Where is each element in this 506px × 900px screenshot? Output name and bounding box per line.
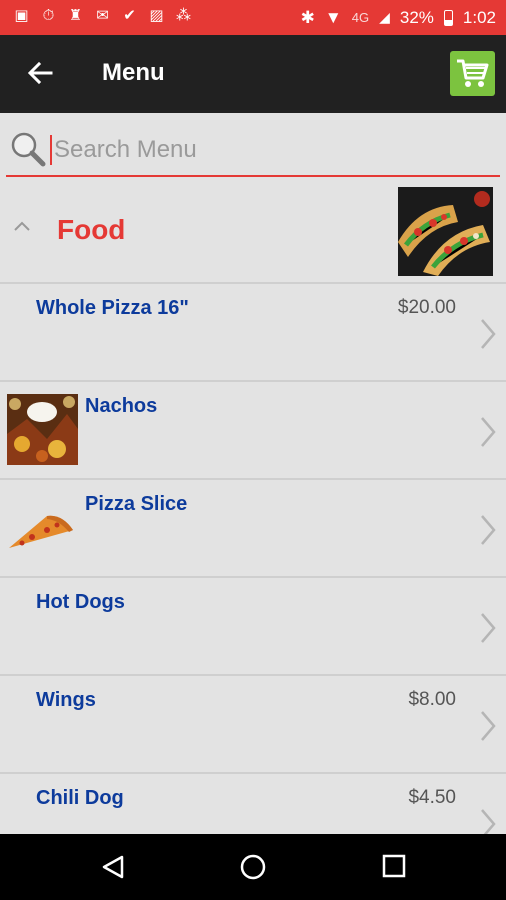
chevron-right-icon xyxy=(481,515,496,545)
chevron-up-icon[interactable] xyxy=(12,219,32,233)
list-item[interactable]: Whole Pizza 16" $20.00 xyxy=(0,284,506,382)
signal-icon: ◢ xyxy=(379,9,390,25)
bluetooth-icon: ✱ xyxy=(300,7,315,27)
list-item[interactable]: Pizza Slice xyxy=(0,480,506,578)
search-bar xyxy=(0,113,506,179)
bolt-icon: ♜ xyxy=(68,7,83,24)
item-name: Chili Dog xyxy=(36,787,124,809)
search-underline xyxy=(6,175,500,177)
back-button[interactable] xyxy=(22,55,58,91)
shopping-cart-icon xyxy=(457,59,489,87)
item-name: Whole Pizza 16" xyxy=(36,297,189,319)
recents-square-icon[interactable] xyxy=(382,854,406,878)
network-label: 4G xyxy=(351,10,370,25)
app-bar: Menu xyxy=(0,35,506,113)
battery-percent: 32% xyxy=(399,7,434,27)
back-triangle-icon[interactable] xyxy=(100,854,126,880)
category-header-food[interactable]: Food xyxy=(0,179,506,284)
chevron-right-icon xyxy=(481,613,496,643)
apps-icon: ⁂ xyxy=(176,7,191,24)
status-bar: ▣ ⏱ ♜ ✉ ✔ ▨ ⁂ ✱ ▼ 4G ◢ 32% 1:02 xyxy=(0,0,506,35)
chevron-right-icon xyxy=(481,711,496,741)
system-navigation-bar xyxy=(0,834,506,900)
chevron-right-icon xyxy=(481,319,496,349)
cart-button[interactable] xyxy=(450,51,495,96)
phone-icon: ▣ xyxy=(14,7,29,24)
chevron-right-icon xyxy=(481,417,496,447)
search-icon xyxy=(11,132,46,167)
item-image xyxy=(7,394,78,465)
item-price: $4.50 xyxy=(408,787,456,808)
notification-icons: ▣ ⏱ ♜ ✉ ✔ ▨ ⁂ xyxy=(12,6,193,25)
category-title: Food xyxy=(57,214,126,245)
item-name: Pizza Slice xyxy=(85,493,188,515)
list-item[interactable]: Hot Dogs xyxy=(0,578,506,676)
page-title: Menu xyxy=(102,59,165,86)
list-item[interactable]: Wings $8.00 xyxy=(0,676,506,774)
item-name: Nachos xyxy=(85,395,158,417)
home-circle-icon[interactable] xyxy=(240,854,266,880)
image-icon: ▨ xyxy=(149,7,164,24)
clock-icon: ⏱ xyxy=(42,7,55,24)
clock-time: 1:02 xyxy=(462,7,496,27)
category-image xyxy=(398,187,493,276)
system-status: ✱ ▼ 4G ◢ 32% 1:02 xyxy=(301,0,496,35)
item-name: Wings xyxy=(36,689,96,711)
arrow-left-icon xyxy=(27,61,53,85)
item-name: Hot Dogs xyxy=(36,591,125,613)
mail-icon: ✉ xyxy=(96,7,109,24)
search-input[interactable] xyxy=(50,135,494,165)
menu-item-list: Whole Pizza 16" $20.00 Nachos Pizza Slic… xyxy=(0,284,506,872)
list-item[interactable]: Nachos xyxy=(0,382,506,480)
item-image xyxy=(7,492,78,563)
item-price: $8.00 xyxy=(408,689,456,710)
item-price: $20.00 xyxy=(397,297,456,318)
wifi-icon: ▼ xyxy=(324,7,342,27)
battery-icon xyxy=(443,9,453,26)
check-icon: ✔ xyxy=(123,7,136,24)
